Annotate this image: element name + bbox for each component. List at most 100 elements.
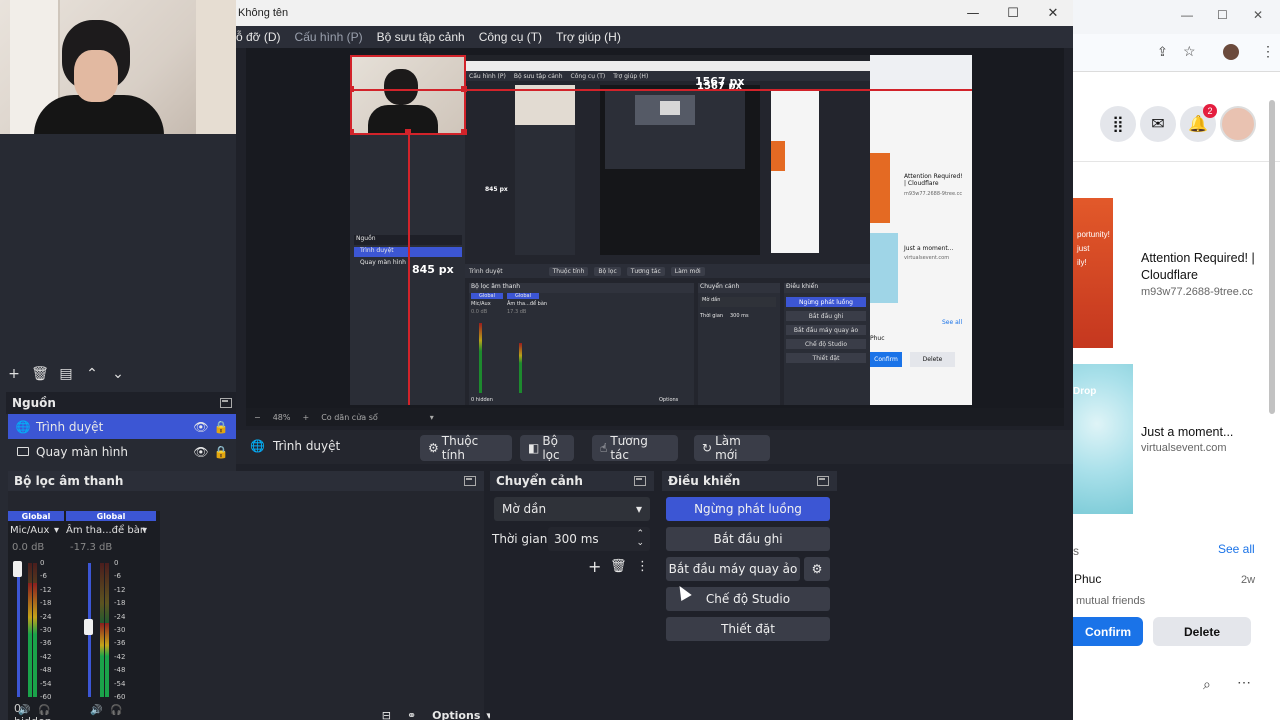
volume-fader-knob[interactable] <box>84 619 93 635</box>
refresh-button[interactable]: ↻ Làm mới <box>694 434 770 462</box>
meter-scale-tick: -30 <box>40 626 52 635</box>
start-virtual-camera-button[interactable]: Bắt đầu máy quay ảo <box>666 557 800 581</box>
add-icon[interactable]: + <box>588 557 601 576</box>
menu-dock[interactable]: ỗ đỡ (D) <box>236 30 281 44</box>
zoom-in-icon[interactable]: + <box>302 413 309 422</box>
layout-icon[interactable]: ⊟ <box>382 709 391 720</box>
close-button[interactable]: ✕ <box>1033 0 1073 26</box>
card-2-title[interactable]: Just a moment... <box>1141 424 1233 441</box>
preview-inner-menu: Cấu hình (P) Bộ sưu tập cảnh Công cụ (T)… <box>465 71 870 81</box>
trash-icon[interactable]: 🗑 <box>31 366 49 382</box>
selection-box[interactable] <box>350 55 466 135</box>
duration-label: Thời gian <box>492 532 548 546</box>
maximize-icon[interactable]: ☐ <box>1217 8 1228 22</box>
window-title: Không tên <box>238 7 289 19</box>
level-meter <box>28 583 32 697</box>
studio-mode-button[interactable]: Chế độ Studio <box>666 587 830 611</box>
card-1-title[interactable]: Attention Required! | Cloudflare <box>1141 250 1276 284</box>
minimize-icon[interactable]: — <box>1181 8 1193 22</box>
maximize-button[interactable]: ☐ <box>993 0 1033 26</box>
more-icon[interactable]: ⋮ <box>1261 43 1275 60</box>
more-horizontal-icon[interactable]: ⋯ <box>1237 674 1251 691</box>
menu-scene-collection[interactable]: Bộ sưu tập cảnh <box>377 30 465 44</box>
more-icon[interactable]: ⋮ <box>636 559 649 574</box>
properties-button[interactable]: ⚙ Thuộc tính <box>420 434 512 462</box>
link-icon[interactable]: ⚭ <box>407 709 416 720</box>
lock-icon[interactable]: 🔒 <box>214 420 229 434</box>
minimize-button[interactable]: — <box>953 0 993 26</box>
channel-global-badge: Global <box>8 511 64 521</box>
menu-help[interactable]: Trợ giúp (H) <box>556 30 621 44</box>
menu-profile[interactable]: Cấu hình (P) <box>295 30 363 44</box>
dock-float-icon[interactable] <box>634 476 646 486</box>
trash-icon[interactable]: 🗑 <box>610 559 627 574</box>
confirm-button[interactable]: Confirm <box>1073 617 1143 646</box>
volume-fader-track[interactable] <box>17 563 20 697</box>
spinner-arrows-icon[interactable]: ⌃ ⌄ <box>636 530 644 548</box>
ad-image-2[interactable]: Drop <box>1073 364 1133 514</box>
filters-button[interactable]: ◧ Bộ lọc <box>520 434 574 462</box>
meter-scale-tick: -18 <box>114 599 126 608</box>
resize-handle[interactable] <box>461 129 467 135</box>
mixer-footer: 0 hidden ⊟ ⚭ Options ▾ <box>8 702 492 720</box>
dock-float-icon[interactable] <box>817 476 829 486</box>
delete-button[interactable]: Delete <box>1153 617 1251 646</box>
filter-icon[interactable]: ▤ <box>58 366 74 382</box>
dock-float-icon[interactable] <box>220 398 232 408</box>
zoom-out-icon[interactable]: − <box>254 413 261 422</box>
virtual-camera-settings-button[interactable]: ⚙ <box>804 557 830 581</box>
options-button[interactable]: Options <box>432 709 480 720</box>
chevron-down-icon[interactable]: ▾ <box>430 413 434 422</box>
interact-button[interactable]: ☝ Tương tác <box>592 434 678 462</box>
star-icon[interactable]: ☆ <box>1183 43 1196 60</box>
chevron-down-icon[interactable]: ⌄ <box>110 366 126 382</box>
settings-button[interactable]: Thiết đặt <box>666 617 830 641</box>
resize-handle[interactable] <box>405 129 411 135</box>
close-icon[interactable]: ✕ <box>1253 8 1263 22</box>
duration-spinner[interactable]: 300 ms ⌃ ⌄ <box>548 527 650 551</box>
menu-tools[interactable]: Công cụ (T) <box>479 30 542 44</box>
audio-mixer-dock: Bộ lọc âm thanh Global Mic/Aux ▾ 0.0 dB … <box>8 471 484 720</box>
source-item-browser[interactable]: 🌐 Trình duyệt 👁 🔒 <box>8 414 236 439</box>
lock-icon[interactable]: 🔒 <box>214 445 229 459</box>
transition-select[interactable]: Mờ dần ▾ <box>494 497 650 521</box>
menu-grid-icon[interactable]: ⣿ <box>1100 106 1136 142</box>
browser-scrollbar[interactable] <box>1269 100 1275 414</box>
preview-inner-obs: Cấu hình (P) Bộ sưu tập cảnh Công cụ (T)… <box>465 61 870 405</box>
level-meter <box>100 623 104 697</box>
messenger-icon[interactable]: ✉ <box>1140 106 1176 142</box>
see-all-link[interactable]: See all <box>1218 542 1255 556</box>
fit-label[interactable]: Co dãn cửa sổ <box>321 413 378 422</box>
selected-source: 🌐 Trình duyệt <box>250 439 340 453</box>
meter-scale-tick: -42 <box>114 652 126 661</box>
account-avatar[interactable] <box>1220 106 1256 142</box>
level-meter <box>105 623 109 697</box>
resize-handle[interactable] <box>461 86 467 92</box>
chevron-up-icon[interactable]: ⌃ <box>84 366 100 382</box>
resize-handle[interactable] <box>350 86 354 92</box>
chevron-down-icon[interactable]: ▾ <box>142 525 147 536</box>
eye-icon[interactable]: 👁 <box>193 445 208 459</box>
sources-title: Nguồn <box>12 396 56 410</box>
meter-scale-tick: -30 <box>114 626 126 635</box>
section-label-s: s <box>1073 544 1079 558</box>
dock-float-icon[interactable] <box>464 476 476 486</box>
resize-handle[interactable] <box>350 129 354 135</box>
preview-canvas[interactable]: Nguồn Trình duyệt Quay màn hình Cấu hình… <box>350 55 972 405</box>
add-icon[interactable]: + <box>6 366 22 382</box>
card-1-url: m93w77.2688-9tree.cc <box>1141 286 1253 298</box>
chevron-down-icon[interactable]: ▾ <box>54 525 59 536</box>
source-item-screen-capture[interactable]: Quay màn hình 👁 🔒 <box>8 439 236 464</box>
friend-request-name[interactable]: Phuc <box>1074 572 1101 586</box>
preview-area[interactable]: Nguồn Trình duyệt Quay màn hình Cấu hình… <box>246 48 1064 408</box>
ad-image-1[interactable]: portunity! just ily! <box>1073 198 1113 348</box>
gear-icon: ⚙ <box>811 562 823 576</box>
eye-icon[interactable]: 👁 <box>193 420 208 434</box>
search-icon[interactable]: ⌕ <box>1203 676 1211 693</box>
volume-fader-knob[interactable] <box>13 561 22 577</box>
profile-avatar[interactable] <box>1223 44 1239 60</box>
stop-streaming-button[interactable]: Ngừng phát luồng <box>666 497 830 521</box>
start-recording-button[interactable]: Bắt đầu ghi <box>666 527 830 551</box>
install-app-icon[interactable]: ⇪ <box>1157 44 1168 60</box>
meter-scale-tick: 0 <box>40 559 45 567</box>
